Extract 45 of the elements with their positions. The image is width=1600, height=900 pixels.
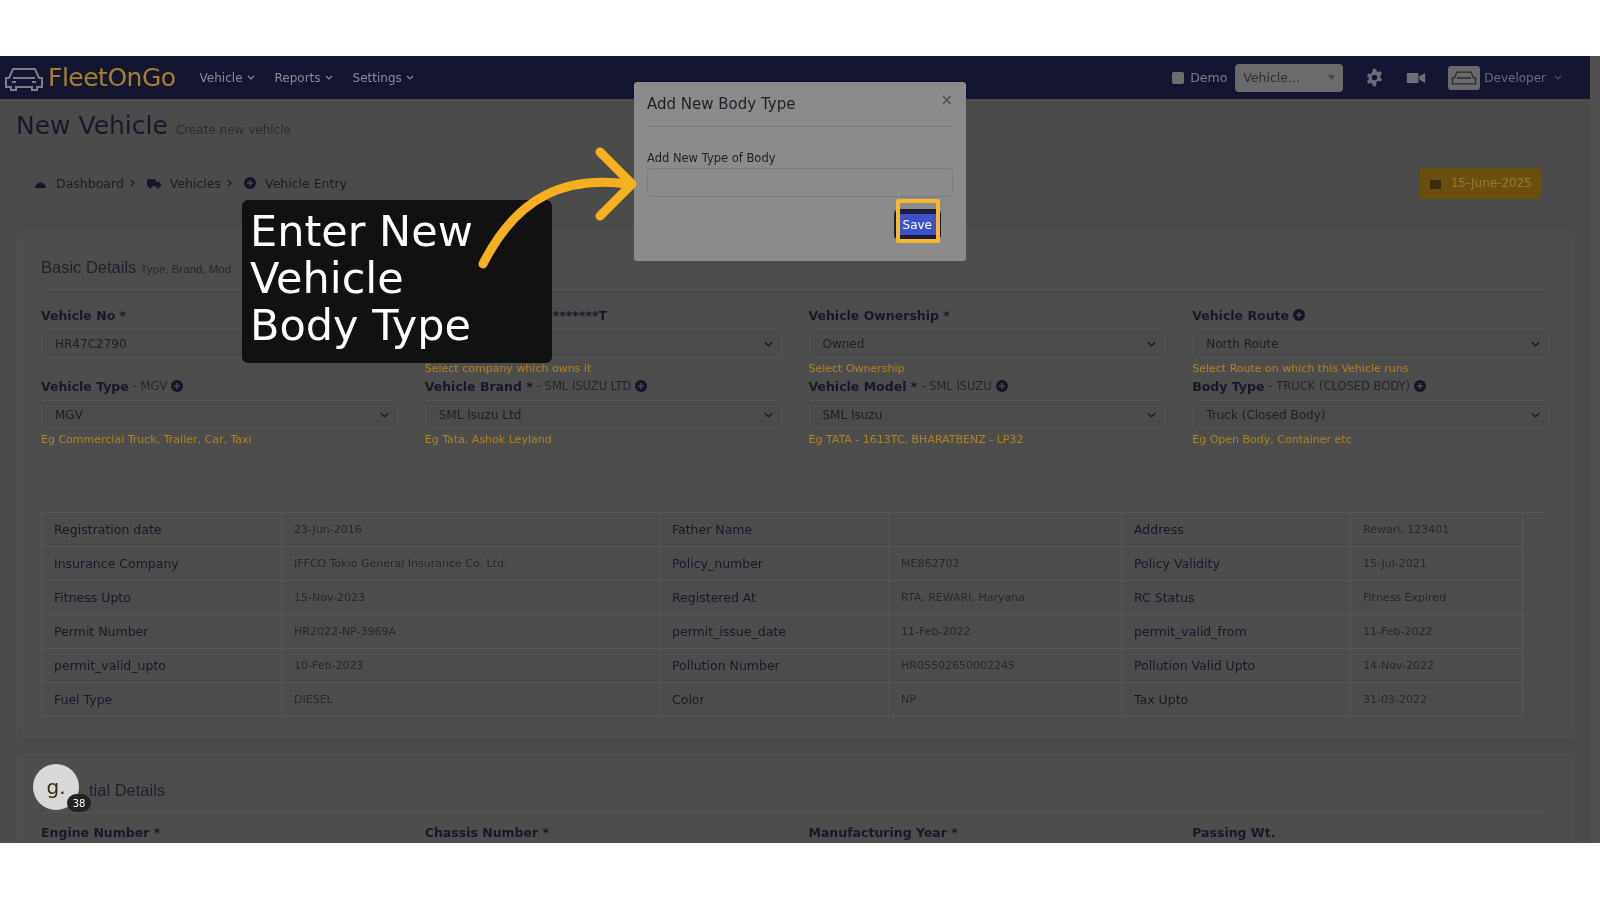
calendar-icon bbox=[1429, 177, 1441, 189]
plus-circle-icon bbox=[244, 177, 257, 189]
field-hint: Eg Open Body, Container etc bbox=[1192, 433, 1353, 446]
caret-icon[interactable] bbox=[1554, 75, 1562, 80]
field-hint: Select company which owns it bbox=[424, 362, 593, 375]
chevron-icon bbox=[1531, 340, 1540, 347]
add-icon[interactable] bbox=[171, 380, 184, 392]
logo-text[interactable]: FleetOnGo bbox=[48, 63, 176, 92]
demo-label: Demo bbox=[1190, 70, 1228, 85]
close-button[interactable]: × bbox=[940, 91, 953, 109]
highlight-frame bbox=[896, 199, 940, 243]
add-icon[interactable] bbox=[1293, 309, 1305, 321]
demo-checkbox[interactable] bbox=[1172, 71, 1185, 84]
chevron-icon bbox=[379, 411, 389, 418]
vehicle-select[interactable]: Vehicle... bbox=[1235, 63, 1344, 92]
nav-menu[interactable]: Vehicle bbox=[199, 70, 255, 85]
field-hint: Eg Commercial Truck, Trailer, Car, Taxi bbox=[41, 433, 253, 446]
add-icon[interactable] bbox=[995, 380, 1008, 392]
truck-icon bbox=[146, 177, 161, 189]
field-hint: Eg TATA - 1613TC, BHARATBENZ - LP32 bbox=[808, 433, 1025, 446]
scrollbar[interactable] bbox=[1590, 56, 1600, 843]
nav-menu[interactable]: Reports bbox=[274, 70, 333, 85]
field-hint: Select Ownership bbox=[808, 362, 906, 375]
user-menu[interactable]: Developer bbox=[1484, 70, 1546, 85]
add-icon[interactable] bbox=[1414, 380, 1427, 392]
modal-title: Add New Body Type bbox=[647, 95, 796, 113]
chevron-icon bbox=[129, 179, 135, 187]
caret-icon bbox=[246, 75, 255, 80]
chevron-icon bbox=[763, 340, 773, 347]
chevron-icon bbox=[763, 411, 773, 418]
field-hint: Eg Tata, Ashok Leyland bbox=[424, 433, 553, 446]
caret-icon bbox=[324, 75, 333, 80]
add-icon[interactable] bbox=[635, 380, 648, 392]
caret-icon bbox=[1328, 75, 1336, 80]
car-avatar-icon[interactable] bbox=[1448, 65, 1481, 90]
chevron-icon bbox=[1147, 340, 1157, 347]
settings-icon[interactable] bbox=[1365, 68, 1385, 87]
caret-icon bbox=[405, 75, 414, 80]
chevron-icon bbox=[227, 179, 233, 187]
nav-menu[interactable]: Settings bbox=[352, 70, 414, 85]
field-hint: Select Route on which this Vehicle runs bbox=[1192, 362, 1410, 375]
chevron-icon bbox=[1531, 411, 1540, 418]
video-camera-icon[interactable] bbox=[1406, 70, 1427, 85]
field-label: Add New Type of Body bbox=[647, 151, 777, 165]
chevron-icon bbox=[1147, 411, 1157, 418]
